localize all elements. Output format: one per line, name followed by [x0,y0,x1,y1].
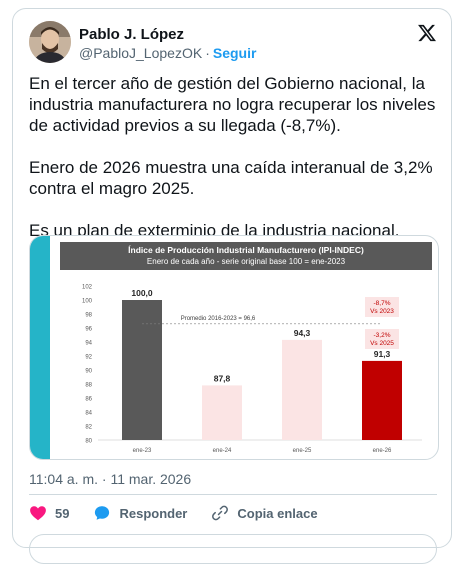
action-bar: 59 Responder Copia enlace [29,503,342,523]
annotation-text: -8,7% [374,300,391,307]
annotation-text: -3,2% [374,332,391,339]
copy-link-button[interactable]: Copia enlace [211,504,318,522]
tweet-paragraph: En el tercer año de gestión del Gobierno… [29,74,436,135]
x-tick-label: ene-26 [373,448,392,454]
read-replies-button[interactable] [29,534,437,564]
y-tick-label: 100 [82,299,93,305]
chart-bar [202,385,242,440]
separator-dot: · [205,45,210,61]
y-tick-label: 90 [85,369,92,375]
y-tick-label: 88 [85,383,92,389]
tweet-media-image[interactable]: Índice de Producción Industrial Manufact… [29,235,439,460]
y-tick-label: 102 [82,285,93,291]
y-tick-label: 82 [85,425,92,431]
x-tick-label: ene-23 [133,448,152,454]
avatar-photo [29,21,71,63]
x-logo-icon[interactable] [417,23,437,43]
y-tick-label: 84 [85,411,92,417]
bar-chart: 80 82 84 86 88 90 92 94 96 98 100 102 100,0 ene-23 87,… [82,285,422,454]
y-tick-label: 94 [85,341,92,347]
reply-label: Responder [119,505,188,521]
y-tick-label: 92 [85,355,92,361]
tweet-card: Pablo J. López @PabloJ_LopezOK · Seguir En… [12,8,452,564]
bar-value-label: 100,0 [131,288,153,298]
chart-bar [122,300,162,440]
heart-icon [30,506,46,521]
x-tick-label: ene-25 [293,448,312,454]
like-button[interactable]: 59 [29,504,69,522]
bar-value-label: 87,8 [214,373,231,383]
x-tick-label: ene-24 [213,448,232,454]
bar-value-label: 94,3 [294,328,311,338]
chart-bar [362,360,402,440]
y-tick-label: 98 [85,313,92,319]
follow-button[interactable]: Seguir [213,45,257,61]
tweet-timestamp[interactable]: 11:04 a. m. · 11 mar. 2026 [29,471,191,487]
y-tick-label: 80 [85,439,92,445]
copy-link-label: Copia enlace [237,505,318,521]
divider [29,494,437,495]
tweet-text: En el tercer año de gestión del Gobierno… [29,73,439,262]
link-icon [212,505,229,521]
reply-button[interactable]: Responder [93,504,187,522]
author-meta: @PabloJ_LopezOK · Seguir [79,45,256,61]
y-tick-label: 96 [85,327,92,333]
author-name[interactable]: Pablo J. López [79,26,184,43]
average-label: Promedio 2016-2023 = 96,6 [181,316,256,322]
annotation-text: Vs 2025 [370,340,394,347]
annotation-text: Vs 2023 [370,308,394,315]
tweet-paragraph: Enero de 2026 muestra una caída interanu… [29,158,433,198]
author-handle[interactable]: @PabloJ_LopezOK [79,45,202,61]
like-count: 59 [55,505,70,521]
y-tick-label: 86 [85,397,92,403]
avatar[interactable] [29,21,71,63]
chart-bar [282,339,322,440]
reply-bubble-icon [95,506,110,520]
bar-value-label: 91,3 [374,349,391,359]
